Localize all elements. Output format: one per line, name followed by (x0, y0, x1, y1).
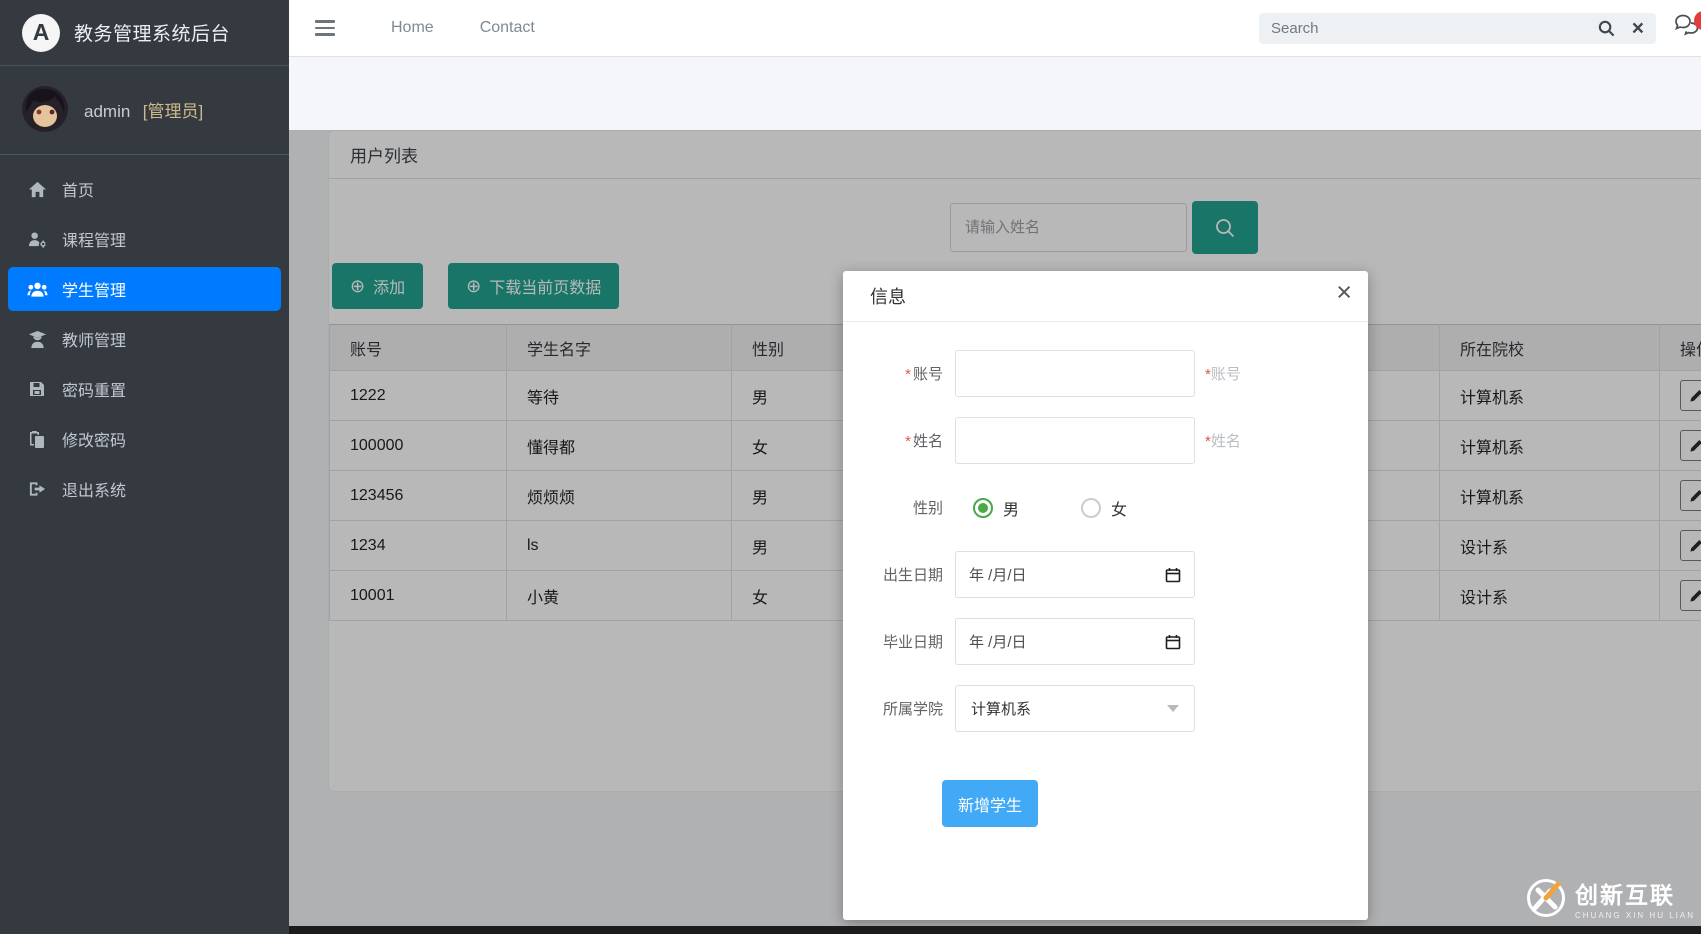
gender-row: 性别 男 女 (843, 484, 1368, 531)
sidebar-item-courses[interactable]: 课程管理 (8, 217, 281, 261)
college-select[interactable]: 计算机系 (955, 685, 1195, 732)
paste-icon (26, 430, 48, 449)
calendar-icon (1165, 567, 1181, 583)
bottom-bar (289, 926, 1701, 934)
home-icon (26, 180, 48, 199)
dialog-header: 信息 (843, 271, 1368, 322)
birth-date-label: 出生日期 (843, 564, 955, 585)
dialog-body: 账号 账号 姓名 姓名 性别 男 (843, 322, 1368, 827)
name-row: 姓名 姓名 (843, 417, 1368, 464)
sign-out-icon (26, 480, 48, 498)
sidebar: A 教务管理系统后台 admin [管理员] 首页课程管理学生管理教师管理密码重… (0, 0, 289, 934)
global-search-box: × (1259, 13, 1656, 44)
graduation-date-input[interactable]: 年 /月/日 (955, 618, 1195, 665)
nav-link-contact[interactable]: Contact (480, 19, 535, 37)
dialog-title: 信息 (870, 283, 906, 309)
college-selected-value: 计算机系 (971, 698, 1167, 719)
gender-female-radio[interactable] (1081, 498, 1101, 518)
user-info: admin [管理员] (84, 97, 203, 122)
sidebar-item-label: 首页 (62, 177, 94, 201)
avatar-image (22, 86, 68, 132)
close-icon[interactable]: × (1336, 279, 1352, 306)
avatar[interactable] (22, 86, 68, 132)
user-role: [管理员] (143, 102, 203, 121)
college-label: 所属学院 (843, 698, 955, 719)
menu-toggle-icon[interactable] (315, 20, 335, 36)
birth-date-row: 出生日期 年 /月/日 (843, 551, 1368, 598)
app-window: A 教务管理系统后台 admin [管理员] 首页课程管理学生管理教师管理密码重… (0, 0, 1701, 934)
users-icon (26, 280, 48, 299)
top-navbar: Home Contact × 3 (289, 0, 1701, 57)
clear-search-icon[interactable]: × (1632, 18, 1644, 39)
messages-button[interactable]: 3 (1673, 13, 1701, 43)
sidebar-item-teachers[interactable]: 教师管理 (8, 317, 281, 361)
name-label: 姓名 (843, 430, 955, 451)
main-area: Home Contact × 3 (289, 0, 1701, 934)
calendar-icon (1165, 634, 1181, 650)
app-logo-icon: A (22, 14, 60, 52)
gender-radios: 男 女 (955, 496, 1127, 520)
sidebar-item-students[interactable]: 学生管理 (8, 267, 281, 311)
gender-male-radio[interactable] (973, 498, 993, 518)
name-required-hint: 姓名 (1205, 430, 1241, 451)
content-area: 用户列表 添加 (289, 57, 1701, 934)
top-links: Home Contact (391, 19, 535, 37)
user-graduate-icon (26, 330, 48, 349)
brand[interactable]: A 教务管理系统后台 (0, 0, 289, 66)
global-search-input[interactable] (1271, 20, 1587, 37)
gender-male-label: 男 (1003, 496, 1019, 520)
app-title: 教务管理系统后台 (74, 19, 230, 46)
watermark: 创新互联 CHUANG XIN HU LIAN (1525, 876, 1695, 920)
submit-row: 新增学生 (942, 780, 1368, 827)
account-input[interactable] (955, 350, 1195, 397)
search-icon[interactable] (1597, 19, 1616, 38)
graduation-date-label: 毕业日期 (843, 631, 955, 652)
chevron-down-icon (1167, 705, 1179, 712)
sidebar-item-label: 退出系统 (62, 477, 126, 501)
sidebar-item-home[interactable]: 首页 (8, 167, 281, 211)
college-row: 所属学院 计算机系 (843, 685, 1368, 732)
name-input[interactable] (955, 417, 1195, 464)
sidebar-item-logout[interactable]: 退出系统 (8, 467, 281, 511)
save-icon (26, 380, 48, 398)
user-name: admin (84, 102, 130, 121)
watermark-subtext: CHUANG XIN HU LIAN (1575, 911, 1695, 920)
add-student-button[interactable]: 新增学生 (942, 780, 1038, 827)
account-row: 账号 账号 (843, 350, 1368, 397)
user-gear-icon (26, 230, 48, 249)
sidebar-item-label: 课程管理 (62, 227, 126, 251)
sidebar-item-label: 密码重置 (62, 377, 126, 401)
gender-label: 性别 (843, 497, 955, 518)
graduation-date-row: 毕业日期 年 /月/日 (843, 618, 1368, 665)
sidebar-item-label: 学生管理 (62, 277, 126, 301)
gender-female-label: 女 (1111, 496, 1127, 520)
account-required-hint: 账号 (1205, 363, 1241, 384)
birth-date-input[interactable]: 年 /月/日 (955, 551, 1195, 598)
sidebar-item-change-password[interactable]: 修改密码 (8, 417, 281, 461)
nav-link-home[interactable]: Home (391, 19, 434, 37)
sidebar-nav: 首页课程管理学生管理教师管理密码重置修改密码退出系统 (0, 155, 289, 511)
sidebar-item-label: 教师管理 (62, 327, 126, 351)
sidebar-item-label: 修改密码 (62, 427, 126, 451)
user-panel: admin [管理员] (0, 66, 289, 155)
watermark-text: 创新互联 (1575, 876, 1695, 910)
sidebar-item-password-reset[interactable]: 密码重置 (8, 367, 281, 411)
info-dialog: 信息 × 账号 账号 姓名 姓名 性别 (843, 271, 1368, 920)
account-label: 账号 (843, 363, 955, 384)
watermark-logo-icon (1525, 877, 1567, 919)
